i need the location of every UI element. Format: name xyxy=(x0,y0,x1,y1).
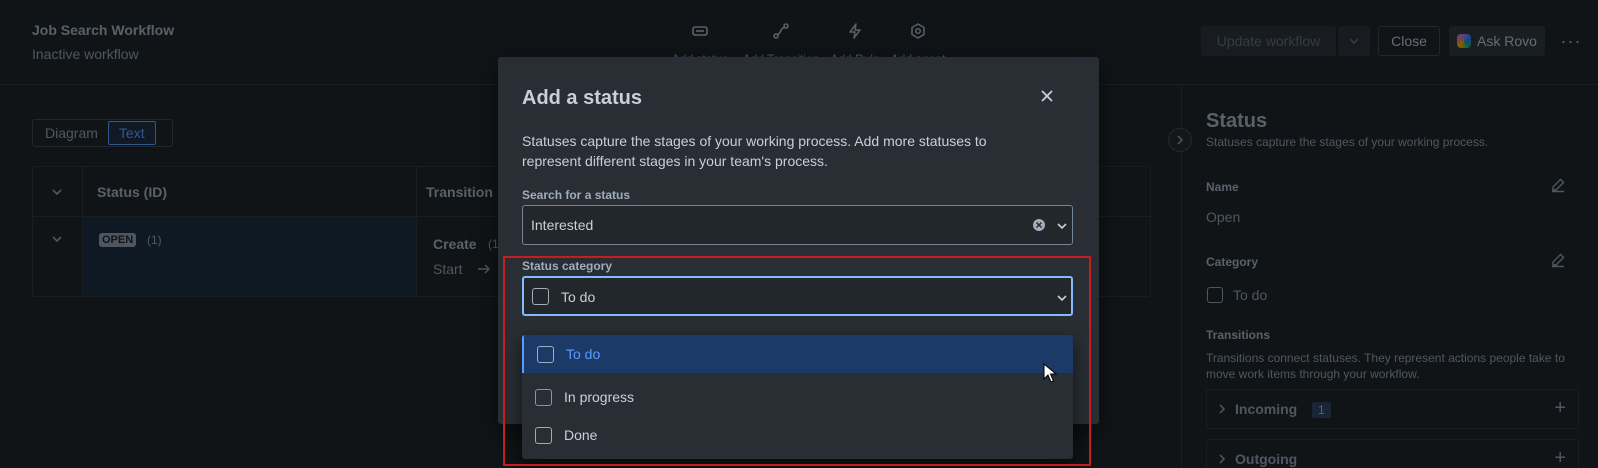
done-swatch xyxy=(535,427,552,444)
dialog-title: Add a status xyxy=(522,87,643,109)
dialog-description: Statuses capture the stages of your work… xyxy=(522,133,987,169)
chevron-down-icon[interactable] xyxy=(1055,219,1069,233)
menu-option-in-progress[interactable]: In progress xyxy=(522,378,1073,416)
chevron-down-icon[interactable] xyxy=(1055,291,1069,305)
mouse-cursor-icon xyxy=(1043,363,1057,383)
search-status-input[interactable]: Interested xyxy=(522,205,1073,245)
status-category-menu: To do In progress Done xyxy=(522,335,1073,459)
option-label: Done xyxy=(564,427,598,443)
menu-option-to-do[interactable]: To do xyxy=(522,335,1073,373)
option-label: To do xyxy=(566,346,601,362)
status-category-value: To do xyxy=(561,289,596,305)
search-status-value: Interested xyxy=(531,217,594,233)
status-category-label: Status category xyxy=(522,259,613,273)
category-color-swatch xyxy=(532,288,549,305)
clear-icon[interactable] xyxy=(1032,218,1046,232)
close-icon[interactable] xyxy=(1038,87,1056,105)
option-label: In progress xyxy=(564,389,635,405)
search-status-label: Search for a status xyxy=(522,188,631,202)
in-progress-swatch xyxy=(535,389,552,406)
menu-option-done[interactable]: Done xyxy=(522,416,1073,454)
todo-swatch xyxy=(537,346,554,363)
status-category-select[interactable]: To do xyxy=(522,276,1073,316)
